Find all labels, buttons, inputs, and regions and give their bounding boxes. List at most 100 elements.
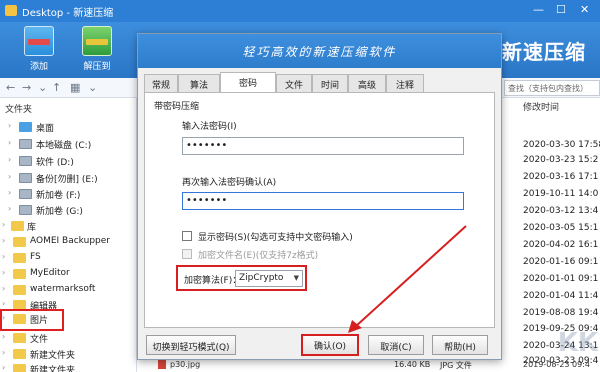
tree-item-drive-d[interactable]: › 软件 (D:) <box>8 153 136 169</box>
encryption-value: ZipCrypto <box>239 273 284 283</box>
password-tab-panel: 带密码压缩 输入法密码(I) ••••••• 再次输入法密码确认(A) ••••… <box>144 92 495 328</box>
expand-arrow-icon[interactable]: › <box>2 313 5 322</box>
list-item-date: 2020-01-01 09:1 <box>523 274 599 284</box>
watermark-logo: KK <box>557 328 598 358</box>
group-label: 带密码压缩 <box>154 102 200 112</box>
folder-icon <box>13 314 26 324</box>
list-item-date: 2019-08-08 19:4 <box>523 308 599 318</box>
list-item-date: 2020-03-16 17:1 <box>523 172 599 182</box>
drive-icon <box>19 189 32 199</box>
brand-logo-text: 新速压缩 <box>502 40 586 64</box>
forward-icon[interactable]: → <box>22 81 31 94</box>
tree-item-myeditor[interactable]: › MyEditor <box>2 266 136 282</box>
help-button[interactable]: 帮助(H) <box>432 335 488 355</box>
confirm-password-input[interactable]: ••••••• <box>182 192 464 210</box>
minimize-icon[interactable]: — <box>533 3 544 16</box>
add-button[interactable]: 添加 <box>17 26 61 72</box>
compression-dialog: 轻巧高效的新速压缩软件 常规 算法 密码 文件 时间 高级 注释 带密码压缩 输… <box>137 33 502 360</box>
list-item-date: 2020-03-12 13:4 <box>523 206 599 216</box>
cancel-button[interactable]: 取消(C) <box>368 335 424 355</box>
expand-arrow-icon[interactable]: › <box>8 138 11 147</box>
tree-item-library[interactable]: › 库 <box>2 218 136 234</box>
file-type: JPG 文件 <box>440 361 472 370</box>
expand-arrow-icon[interactable]: › <box>2 348 5 357</box>
add-archive-icon <box>24 26 54 56</box>
list-item-date: 2020-01-04 11:4 <box>523 291 599 301</box>
expand-arrow-icon[interactable]: › <box>8 188 11 197</box>
expand-arrow-icon[interactable]: › <box>8 172 11 181</box>
drive-icon <box>19 173 32 183</box>
encryption-select[interactable]: ZipCrypto ▼ <box>235 270 303 287</box>
folder-icon <box>13 237 26 247</box>
folder-icon <box>13 364 26 372</box>
table-row[interactable]: p30.jpg 16.40 KB JPG 文件 2019-08-23 09:4 <box>150 360 600 372</box>
expand-arrow-icon[interactable]: › <box>8 204 11 213</box>
tree-item-files[interactable]: › 文件 <box>2 330 136 346</box>
tree-item-drive-f[interactable]: › 新加卷 (F:) <box>8 186 136 202</box>
list-item-date: 2020-01-16 09:1 <box>523 257 599 267</box>
switch-mode-button[interactable]: 切换到轻巧模式(Q) <box>146 335 236 355</box>
tree-item-drive-g[interactable]: › 新加卷 (G:) <box>8 202 136 218</box>
view-icon[interactable]: ▦ <box>70 81 80 94</box>
add-button-label: 添加 <box>29 62 48 72</box>
password-input[interactable]: ••••••• <box>182 137 464 155</box>
tab-algorithm[interactable]: 算法 <box>178 74 220 92</box>
checkbox-box <box>182 249 192 259</box>
confirm-password-label: 再次输入法密码确认(A) <box>182 178 277 188</box>
list-item-date: 2020-04-02 16:1 <box>523 240 599 250</box>
maximize-icon[interactable]: ☐ <box>556 3 566 16</box>
dropdown-icon[interactable]: ⌄ <box>38 81 47 94</box>
expand-arrow-icon[interactable]: › <box>2 299 5 308</box>
extract-button[interactable]: 解压到 <box>75 26 119 72</box>
app-icon <box>5 5 17 16</box>
expand-arrow-icon[interactable]: › <box>8 121 11 130</box>
folder-tree-header: 文件夹 <box>5 105 33 115</box>
tab-comment[interactable]: 注释 <box>386 74 424 92</box>
list-item-date: 2020-03-05 15:1 <box>523 223 599 233</box>
column-header-modified[interactable]: 修改时间 <box>523 100 559 113</box>
tab-time[interactable]: 时间 <box>312 74 348 92</box>
tab-password[interactable]: 密码 <box>220 72 276 92</box>
expand-arrow-icon[interactable]: › <box>2 268 5 277</box>
tree-item-aomei[interactable]: › AOMEI Backupper <box>2 234 136 250</box>
search-input[interactable]: 查找（支持包内查找） <box>504 80 600 96</box>
library-icon <box>11 221 24 231</box>
expand-arrow-icon[interactable]: › <box>8 155 11 164</box>
dropdown-icon[interactable]: ⌄ <box>88 81 97 94</box>
file-size: 16.40 KB <box>394 360 431 369</box>
expand-arrow-icon[interactable]: › <box>2 363 5 372</box>
tree-item-pictures[interactable]: › 图片 <box>0 309 64 331</box>
tree-item-desktop[interactable]: › 桌面 <box>8 119 136 135</box>
close-icon[interactable]: ✕ <box>580 3 589 16</box>
ok-button[interactable]: 确认(O) <box>301 334 359 356</box>
tree-item-new-folder-2[interactable]: › 新建文件夹 <box>2 361 136 372</box>
tree-item-drive-c[interactable]: › 本地磁盘 (C:) <box>8 136 136 152</box>
up-icon[interactable]: ↑ <box>52 81 61 94</box>
list-item-date: 2019-10-11 14:0 <box>523 189 599 199</box>
expand-arrow-icon[interactable]: › <box>2 220 5 229</box>
file-name: p30.jpg <box>170 360 201 369</box>
expand-arrow-icon[interactable]: › <box>2 236 5 245</box>
tree-item-new-folder[interactable]: › 新建文件夹 <box>2 346 136 362</box>
back-icon[interactable]: ← <box>6 81 15 94</box>
checkbox-box[interactable] <box>182 231 192 241</box>
folder-icon <box>13 285 26 295</box>
tab-files[interactable]: 文件 <box>276 74 312 92</box>
chevron-down-icon: ▼ <box>293 274 299 282</box>
tab-advanced[interactable]: 高级 <box>348 74 386 92</box>
expand-arrow-icon[interactable]: › <box>2 252 5 261</box>
dialog-tabs: 常规 算法 密码 文件 时间 高级 注释 <box>144 72 494 92</box>
desktop-icon <box>19 122 32 132</box>
title-bar: Desktop - 新速压缩 — ☐ ✕ <box>0 0 600 22</box>
tree-item-drive-e[interactable]: › 备份[勿删] (E:) <box>8 170 136 186</box>
dialog-title: 轻巧高效的新速压缩软件 <box>242 45 397 59</box>
image-file-icon <box>158 360 166 369</box>
expand-arrow-icon[interactable]: › <box>2 332 5 341</box>
tab-general[interactable]: 常规 <box>144 74 178 92</box>
expand-arrow-icon[interactable]: › <box>2 284 5 293</box>
tree-item-watermarksoft[interactable]: › watermarksoft <box>2 282 136 298</box>
encryption-label: 加密算法(F)： <box>184 276 242 286</box>
tree-item-fs[interactable]: › FS <box>2 250 136 266</box>
list-item-date: 2020-03-30 17:58 <box>523 140 600 150</box>
list-item-date: 2020-03-23 15:2 <box>523 155 599 165</box>
